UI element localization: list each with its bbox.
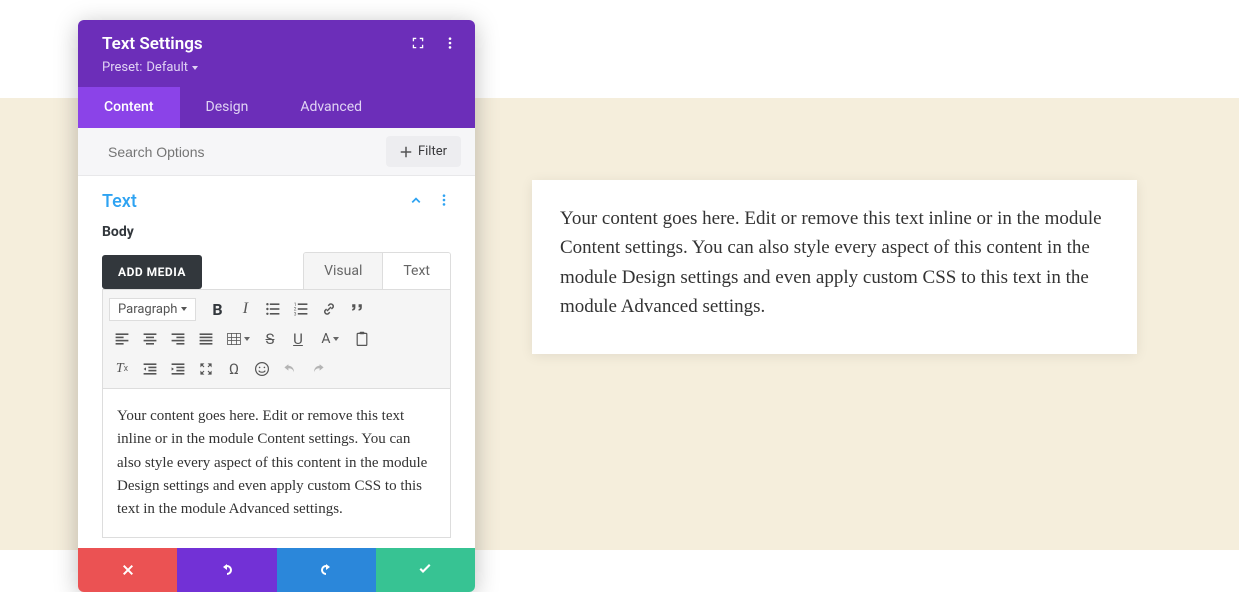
clear-formatting-icon[interactable]: Tx (109, 356, 135, 382)
tab-advanced[interactable]: Advanced (274, 87, 388, 128)
bold-icon[interactable]: B (204, 296, 230, 322)
preview-text[interactable]: Your content goes here. Edit or remove t… (560, 204, 1109, 322)
editor-mode-tabs: Visual Text (303, 252, 451, 289)
collapse-icon[interactable] (409, 192, 423, 211)
search-input[interactable] (78, 130, 386, 174)
editor-tab-visual[interactable]: Visual (304, 253, 382, 289)
outdent-icon[interactable] (137, 356, 163, 382)
blockquote-icon[interactable] (344, 296, 370, 322)
align-left-icon[interactable] (109, 326, 135, 352)
special-character-icon[interactable]: Ω (221, 356, 247, 382)
text-section: Text Body ADD MEDIA Visual Text Paragra (78, 176, 475, 548)
panel-title: Text Settings (102, 34, 203, 54)
bullet-list-icon[interactable] (260, 296, 286, 322)
undo-button[interactable] (177, 548, 276, 592)
save-button[interactable] (376, 548, 475, 592)
bottom-action-bar (78, 548, 475, 592)
tab-content[interactable]: Content (78, 87, 180, 128)
expand-icon[interactable] (411, 35, 425, 54)
svg-text:3: 3 (294, 311, 297, 317)
cancel-button[interactable] (78, 548, 177, 592)
align-center-icon[interactable] (137, 326, 163, 352)
body-label: Body (102, 224, 451, 240)
section-menu-icon[interactable] (437, 192, 451, 211)
panel-header: Text Settings Preset: Default (78, 20, 475, 87)
editor-content-area[interactable]: Your content goes here. Edit or remove t… (102, 389, 451, 538)
settings-tabs: Content Design Advanced (78, 87, 475, 128)
text-color-icon[interactable]: A (313, 326, 347, 352)
chevron-down-icon (192, 66, 198, 70)
fullscreen-icon[interactable] (193, 356, 219, 382)
strikethrough-icon[interactable]: S (257, 326, 283, 352)
tab-design[interactable]: Design (180, 87, 275, 128)
chevron-down-icon (181, 307, 187, 311)
italic-icon[interactable]: I (232, 296, 258, 322)
content-preview: Your content goes here. Edit or remove t… (532, 180, 1137, 354)
redo-icon[interactable] (305, 356, 331, 382)
underline-icon[interactable]: U (285, 326, 311, 352)
section-title: Text (102, 191, 137, 212)
settings-panel: Text Settings Preset: Default Content De… (78, 20, 475, 592)
align-justify-icon[interactable] (193, 326, 219, 352)
link-icon[interactable] (316, 296, 342, 322)
preset-selector[interactable]: Preset: Default (102, 60, 457, 75)
emoji-icon[interactable] (249, 356, 275, 382)
editor-tab-text[interactable]: Text (382, 253, 450, 289)
table-icon[interactable] (221, 326, 255, 352)
numbered-list-icon[interactable]: 123 (288, 296, 314, 322)
filter-button[interactable]: Filter (386, 136, 461, 167)
indent-icon[interactable] (165, 356, 191, 382)
add-media-button[interactable]: ADD MEDIA (102, 255, 202, 289)
undo-icon[interactable] (277, 356, 303, 382)
more-menu-icon[interactable] (443, 35, 457, 54)
editor-toolbar: Paragraph B I 123 S U A (102, 289, 451, 389)
paste-icon[interactable] (349, 326, 375, 352)
paragraph-format-dropdown[interactable]: Paragraph (109, 298, 196, 321)
redo-button[interactable] (277, 548, 376, 592)
search-row: Filter (78, 128, 475, 176)
align-right-icon[interactable] (165, 326, 191, 352)
